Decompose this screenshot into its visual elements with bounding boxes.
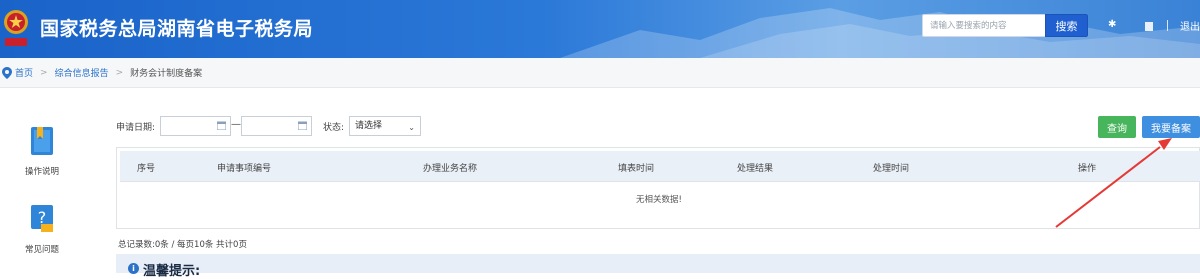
- column-header-fill-time: 填表时间: [618, 164, 655, 174]
- date-range-dash: —: [231, 119, 241, 130]
- chevron-down-icon: ⌄: [408, 123, 415, 132]
- tips-title: 温馨提示:: [143, 264, 201, 279]
- date-label: 申请日期:: [116, 123, 156, 133]
- column-header-result: 处理结果: [737, 164, 774, 174]
- tax-emblem-icon: [4, 10, 28, 46]
- column-header-business: 办理业务名称: [423, 164, 478, 174]
- start-date-field[interactable]: [160, 116, 231, 136]
- site-header: 国家税务总局湖南省电子税务局 搜索 ✱ 退出: [0, 0, 1200, 58]
- table-header: 序号 申请事项编号 办理业务名称 填表时间 处理结果 处理时间 操作: [120, 151, 1200, 182]
- user-icon[interactable]: [1145, 22, 1153, 31]
- info-icon: i: [128, 263, 139, 274]
- breadcrumb-separator: >: [115, 67, 124, 78]
- question-icon: ?: [31, 205, 53, 232]
- search-box: 搜索: [922, 14, 1088, 37]
- calendar-icon: [217, 121, 226, 130]
- breadcrumb-current: 财务会计制度备案: [130, 69, 203, 79]
- column-header-code: 申请事项编号: [217, 164, 272, 174]
- end-date-field[interactable]: [241, 116, 312, 136]
- empty-message: 无相关数据!: [636, 195, 682, 205]
- header-divider: [1167, 20, 1168, 31]
- breadcrumb: 首页 > 综合信息报告 > 财务会计制度备案: [0, 58, 1200, 88]
- status-select-value: 请选择: [355, 121, 383, 131]
- pagination-summary: 总记录数:0条 / 每页10条 共计0页: [118, 240, 247, 250]
- book-icon: [31, 127, 53, 155]
- logout-link[interactable]: 退出: [1180, 18, 1200, 33]
- sidebar-item-label: 操作说明: [24, 167, 59, 177]
- breadcrumb-separator: >: [40, 67, 48, 78]
- status-select[interactable]: 请选择 ⌄: [349, 116, 421, 136]
- calendar-icon: [298, 121, 307, 130]
- column-header-index: 序号: [137, 164, 156, 174]
- sidebar-item-guide[interactable]: 操作说明: [12, 126, 72, 177]
- annotation-arrow: [1055, 138, 1172, 228]
- tips-panel: i 温馨提示:: [116, 254, 1200, 279]
- column-header-process-time: 处理时间: [873, 164, 910, 174]
- search-input[interactable]: [923, 15, 1045, 36]
- status-label: 状态:: [323, 123, 345, 133]
- sidebar-item-faq[interactable]: ? 常见问题: [12, 204, 72, 255]
- search-button[interactable]: 搜索: [1045, 14, 1088, 37]
- breadcrumb-report[interactable]: 综合信息报告: [55, 66, 109, 79]
- sidebar-item-label: 常见问题: [24, 245, 59, 255]
- service-icon[interactable]: ✱: [1108, 19, 1116, 30]
- breadcrumb-home[interactable]: 首页: [15, 66, 33, 79]
- records-table: 序号 申请事项编号 办理业务名称 填表时间 处理结果 处理时间 操作 无相关数据…: [116, 147, 1200, 229]
- site-title: 国家税务总局湖南省电子税务局: [40, 18, 314, 40]
- location-pin-icon: [2, 66, 12, 79]
